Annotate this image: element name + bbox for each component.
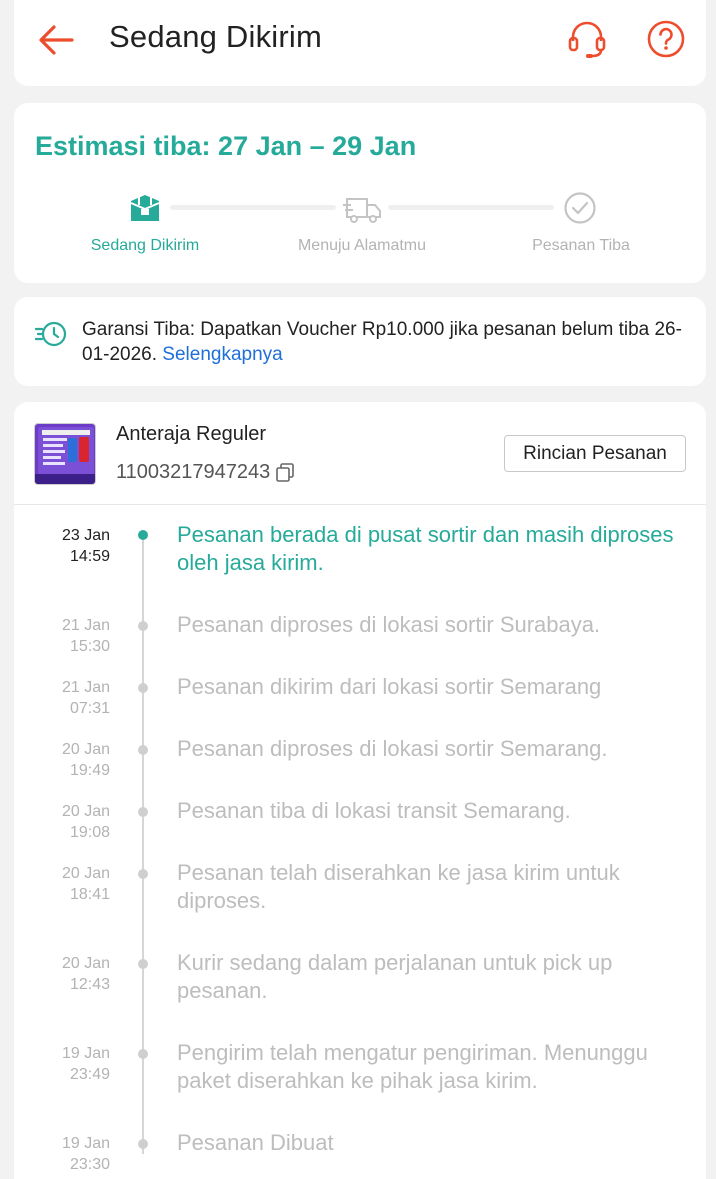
timeline-dot	[138, 959, 148, 969]
timeline-dot	[138, 745, 148, 755]
timeline-time: 14:59	[69, 548, 110, 565]
timeline-dot	[138, 621, 148, 631]
back-arrow-icon[interactable]	[34, 18, 78, 62]
timeline-timestamp: 20 Jan 18:41	[14, 863, 110, 905]
delivery-estimate-card: Estimasi tiba: 27 Jan – 29 Jan Sedang Di…	[14, 103, 706, 283]
timeline-time: 15:30	[69, 638, 110, 655]
timeline-timestamp: 21 Jan 15:30	[14, 615, 110, 657]
timeline-date: 20 Jan	[61, 865, 110, 882]
guarantee-text: Garansi Tiba: Dapatkan Voucher Rp10.000 …	[82, 317, 682, 367]
timeline-timestamp: 23 Jan 14:59	[14, 525, 110, 567]
arrival-guarantee-card: Garansi Tiba: Dapatkan Voucher Rp10.000 …	[14, 297, 706, 386]
product-thumbnail	[34, 423, 96, 485]
timeline-date: 19 Jan	[61, 1045, 110, 1062]
package-icon	[130, 194, 160, 221]
timeline-dot	[138, 869, 148, 879]
timeline-time: 18:41	[69, 886, 110, 903]
timeline-time: 23:30	[69, 1156, 110, 1173]
shipment-tracking-card: Anteraja Reguler 11003217947243 Rincian …	[14, 402, 706, 1179]
order-details-button[interactable]: Rincian Pesanan	[504, 435, 686, 472]
tracking-number-row: 11003217947243	[116, 461, 295, 484]
timeline-time: 12:43	[69, 976, 110, 993]
timeline-event: Kurir sedang dalam perjalanan untuk pick…	[177, 950, 613, 1003]
timeline-event: Pesanan tiba di lokasi transit Semarang.	[177, 798, 571, 823]
step-label-on-the-way: Menuju Alamatmu	[297, 237, 427, 254]
timeline-date: 20 Jan	[61, 803, 110, 820]
truck-icon	[343, 198, 381, 223]
timeline-date: 20 Jan	[61, 741, 110, 758]
timeline-dot	[138, 683, 148, 693]
step-label-shipping: Sedang Dikirim	[90, 237, 200, 254]
tracking-number: 11003217947243	[116, 461, 271, 483]
timeline-time: 23:49	[69, 1066, 110, 1083]
divider	[14, 504, 706, 505]
page-title: Sedang Dikirim	[109, 19, 322, 54]
timeline-timestamp: 20 Jan 19:08	[14, 801, 110, 843]
timeline-event: Pesanan berada di pusat sortir dan masih…	[177, 522, 674, 575]
learn-more-link[interactable]: Selengkapnya	[162, 344, 282, 365]
timeline-event: Pesanan diproses di lokasi sortir Semara…	[177, 736, 608, 761]
timeline-dot	[138, 807, 148, 817]
headset-icon[interactable]	[565, 17, 609, 61]
timeline-timestamp: 20 Jan 19:49	[14, 739, 110, 781]
timeline-time: 19:08	[69, 824, 110, 841]
timeline-date: 19 Jan	[61, 1135, 110, 1152]
timeline-date: 23 Jan	[61, 527, 110, 544]
timeline-dot	[138, 1139, 148, 1149]
timeline-event: Pesanan dikirim dari lokasi sortir Semar…	[177, 674, 602, 699]
timeline-event: Pengirim telah mengatur pengiriman. Menu…	[177, 1040, 648, 1093]
timeline-timestamp: 21 Jan 07:31	[14, 677, 110, 719]
top-app-bar: Sedang Dikirim	[14, 0, 706, 86]
step-label-arrived: Pesanan Tiba	[532, 237, 630, 254]
timeline-event: Pesanan Dibuat	[177, 1130, 334, 1155]
timeline-date: 21 Jan	[61, 617, 110, 634]
progress-track	[170, 205, 336, 210]
timeline-event: Pesanan telah diserahkan ke jasa kirim u…	[177, 860, 620, 913]
timeline-timestamp: 19 Jan 23:30	[14, 1133, 110, 1175]
timeline-time: 07:31	[69, 700, 110, 717]
courier-name: Anteraja Reguler	[116, 423, 267, 445]
delivery-estimate-title: Estimasi tiba: 27 Jan – 29 Jan	[35, 131, 417, 161]
timeline-timestamp: 20 Jan 12:43	[14, 953, 110, 995]
timeline-dot	[138, 530, 148, 540]
timeline-timestamp: 19 Jan 23:49	[14, 1043, 110, 1085]
timeline-event: Pesanan diproses di lokasi sortir Suraba…	[177, 612, 601, 637]
timeline-dot	[138, 1049, 148, 1059]
timeline-time: 19:49	[69, 762, 110, 779]
timeline-date: 20 Jan	[61, 955, 110, 972]
clock-fast-icon	[35, 321, 67, 347]
help-icon[interactable]	[644, 17, 688, 61]
progress-track	[388, 205, 554, 210]
copy-icon[interactable]	[276, 463, 295, 482]
timeline-date: 21 Jan	[61, 679, 110, 696]
check-circle-icon	[564, 192, 596, 224]
